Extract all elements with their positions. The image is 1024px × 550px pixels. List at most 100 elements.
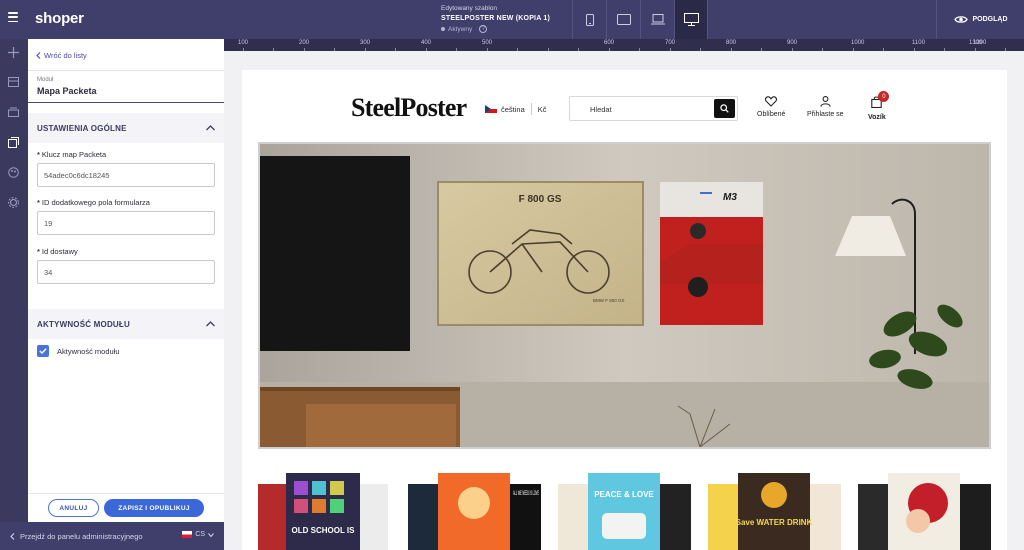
product-carousel: OLD SCHOOL IS ALL WE NEED IS LOVE PEACE … <box>258 473 991 550</box>
section-activity-header[interactable]: AKTYWNOŚĆ MODUŁU <box>28 309 224 339</box>
module-name: Mapa Packeta <box>37 86 97 96</box>
device-tablet-button[interactable] <box>606 0 640 39</box>
delivery-id-label: * Id dostawy <box>37 247 78 256</box>
status-dot-icon <box>441 27 445 31</box>
preview-canvas: SteelPoster čeština Kč Hledat Oblíbené P… <box>224 51 1024 550</box>
store-search-button[interactable] <box>714 99 735 118</box>
product-thumbnail-label: Save WATER DRINK <box>736 518 813 527</box>
product-image: ALL WE NEED IS LOVE <box>408 473 541 550</box>
top-bar: shoper Edytowany szablon STEELPOSTER NEW… <box>0 0 1024 39</box>
device-switcher <box>572 0 708 39</box>
ruler-tick: 900 <box>787 40 798 46</box>
device-desktop-button[interactable] <box>674 0 708 39</box>
product-thumbnail[interactable]: OLD SCHOOL IS <box>258 473 388 550</box>
language-selector[interactable]: CS <box>182 531 214 538</box>
ruler-tick: 1100 <box>912 40 925 46</box>
modules-icon[interactable] <box>7 136 19 148</box>
product-image: Save WATER DRINK <box>708 473 841 550</box>
gear-icon[interactable] <box>7 196 19 208</box>
flag-icon <box>182 531 193 538</box>
device-mobile-button[interactable] <box>572 0 606 39</box>
ruler-tick: 1000 <box>851 40 865 46</box>
poster1-caption: BMW F 800 GS <box>593 298 625 303</box>
delivery-id-input[interactable] <box>37 260 215 284</box>
checkmark-icon <box>39 348 47 354</box>
horizontal-ruler: 100 200 300 400 500 600 700 800 900 1000… <box>224 39 1024 51</box>
activity-checkbox-row: Aktywność modułu <box>37 345 120 357</box>
cart-label: Vozík <box>868 114 886 121</box>
heart-icon <box>765 96 778 107</box>
admin-panel-label: Przejdź do panelu administracyjnego <box>20 531 143 541</box>
cancel-button[interactable]: ANULUJ <box>48 499 99 517</box>
device-laptop-button[interactable] <box>640 0 674 39</box>
back-label: Wróć do listy <box>44 51 87 60</box>
chevron-left-icon <box>36 52 41 59</box>
ruler-tick: 100 <box>238 40 249 46</box>
product-thumbnail[interactable] <box>858 473 991 550</box>
eye-icon <box>953 16 968 23</box>
template-info: Edytowany szablon STEELPOSTER NEW (KOPIA… <box>441 5 550 33</box>
store-search-placeholder: Hledat <box>590 105 612 114</box>
chevron-up-icon <box>206 321 215 327</box>
store-logo[interactable]: SteelPoster <box>351 93 467 123</box>
cart-link[interactable]: 0 Vozík <box>868 91 890 121</box>
extra-field-id-input[interactable] <box>37 211 215 235</box>
template-status-label: Aktywny <box>448 25 473 33</box>
activity-checkbox-label: Aktywność modułu <box>57 346 120 356</box>
template-status: Aktywny ? <box>441 25 550 33</box>
laptop-icon <box>650 14 665 25</box>
hamburger-menu-icon[interactable] <box>8 12 18 22</box>
product-thumbnail[interactable]: Save WATER DRINK <box>708 473 841 550</box>
cart-count-badge: 0 <box>878 91 890 102</box>
section-general-header[interactable]: USTAWIENIA OGÓLNE <box>28 113 224 143</box>
panel-footer: ANULUJ ZAPISZ I OPUBLIKUJ <box>28 493 224 522</box>
product-thumbnail-label: OLD SCHOOL IS <box>292 526 356 535</box>
save-and-publish-button[interactable]: ZAPISZ I OPUBLIKUJ <box>104 499 204 517</box>
back-to-list-link[interactable]: Wróć do listy <box>36 51 87 60</box>
ruler-tick: 300 <box>360 40 371 46</box>
module-name-block: Moduł Mapa Packeta <box>28 70 224 103</box>
search-icon <box>720 104 729 113</box>
move-icon[interactable] <box>7 46 19 58</box>
template-caption: Edytowany szablon <box>441 5 498 12</box>
module-settings-panel: Wróć do listy Moduł Mapa Packeta USTAWIE… <box>28 39 224 522</box>
extra-field-id-label: * ID dodatkowego pola formularza <box>37 198 150 207</box>
help-icon[interactable]: ? <box>479 25 488 33</box>
ruler-tick: 700 <box>665 40 676 46</box>
preview-label: PODGLĄD <box>972 16 1008 23</box>
login-label: Přihlaste se <box>807 111 844 118</box>
language-code: CS <box>195 531 205 538</box>
stack-icon[interactable] <box>7 106 19 118</box>
store-language: čeština <box>501 104 525 114</box>
product-thumbnail-label: PEACE & LOVE <box>594 490 654 499</box>
packeta-key-input[interactable] <box>37 163 215 187</box>
store-search[interactable]: Hledat <box>569 96 738 121</box>
product-image: PEACE & LOVE <box>558 473 691 550</box>
product-thumbnail[interactable]: ALL WE NEED IS LOVE <box>408 473 541 550</box>
ruler-tick: 600 <box>604 40 615 46</box>
template-name: STEELPOSTER NEW (KOPIA 1) <box>441 15 550 22</box>
store-language-selector[interactable]: čeština Kč <box>485 103 547 115</box>
palette-icon[interactable] <box>7 166 19 178</box>
admin-panel-link[interactable]: Przejdź do panelu administracyjnego CS <box>0 522 224 550</box>
product-thumbnail[interactable]: PEACE & LOVE <box>558 473 691 550</box>
mobile-icon <box>585 13 594 26</box>
store-preview: SteelPoster čeština Kč Hledat Oblíbené P… <box>242 70 1007 550</box>
chevron-down-icon <box>208 532 214 537</box>
layout-icon[interactable] <box>7 76 19 88</box>
login-link[interactable]: Přihlaste se <box>807 96 844 118</box>
favorites-link[interactable]: Oblíbené <box>757 96 785 118</box>
product-image <box>858 473 991 550</box>
ruler-tick: 400 <box>421 40 432 46</box>
favorites-label: Oblíbené <box>757 111 786 118</box>
product-thumbnail-label: ALL WE NEED IS LOVE <box>513 491 539 497</box>
hero-image: F 800 GS BMW F 800 GS M3 <box>260 144 989 447</box>
activity-checkbox[interactable] <box>37 345 49 357</box>
hero-banner[interactable]: F 800 GS BMW F 800 GS M3 <box>258 142 991 449</box>
poster2-title: M3 <box>723 192 737 203</box>
preview-button[interactable]: PODGLĄD <box>936 0 1024 39</box>
shoper-logo[interactable]: shoper <box>35 10 84 27</box>
ruler-tick: 800 <box>726 40 737 46</box>
user-icon <box>820 96 831 107</box>
ruler-tick: 1300 <box>969 40 983 46</box>
